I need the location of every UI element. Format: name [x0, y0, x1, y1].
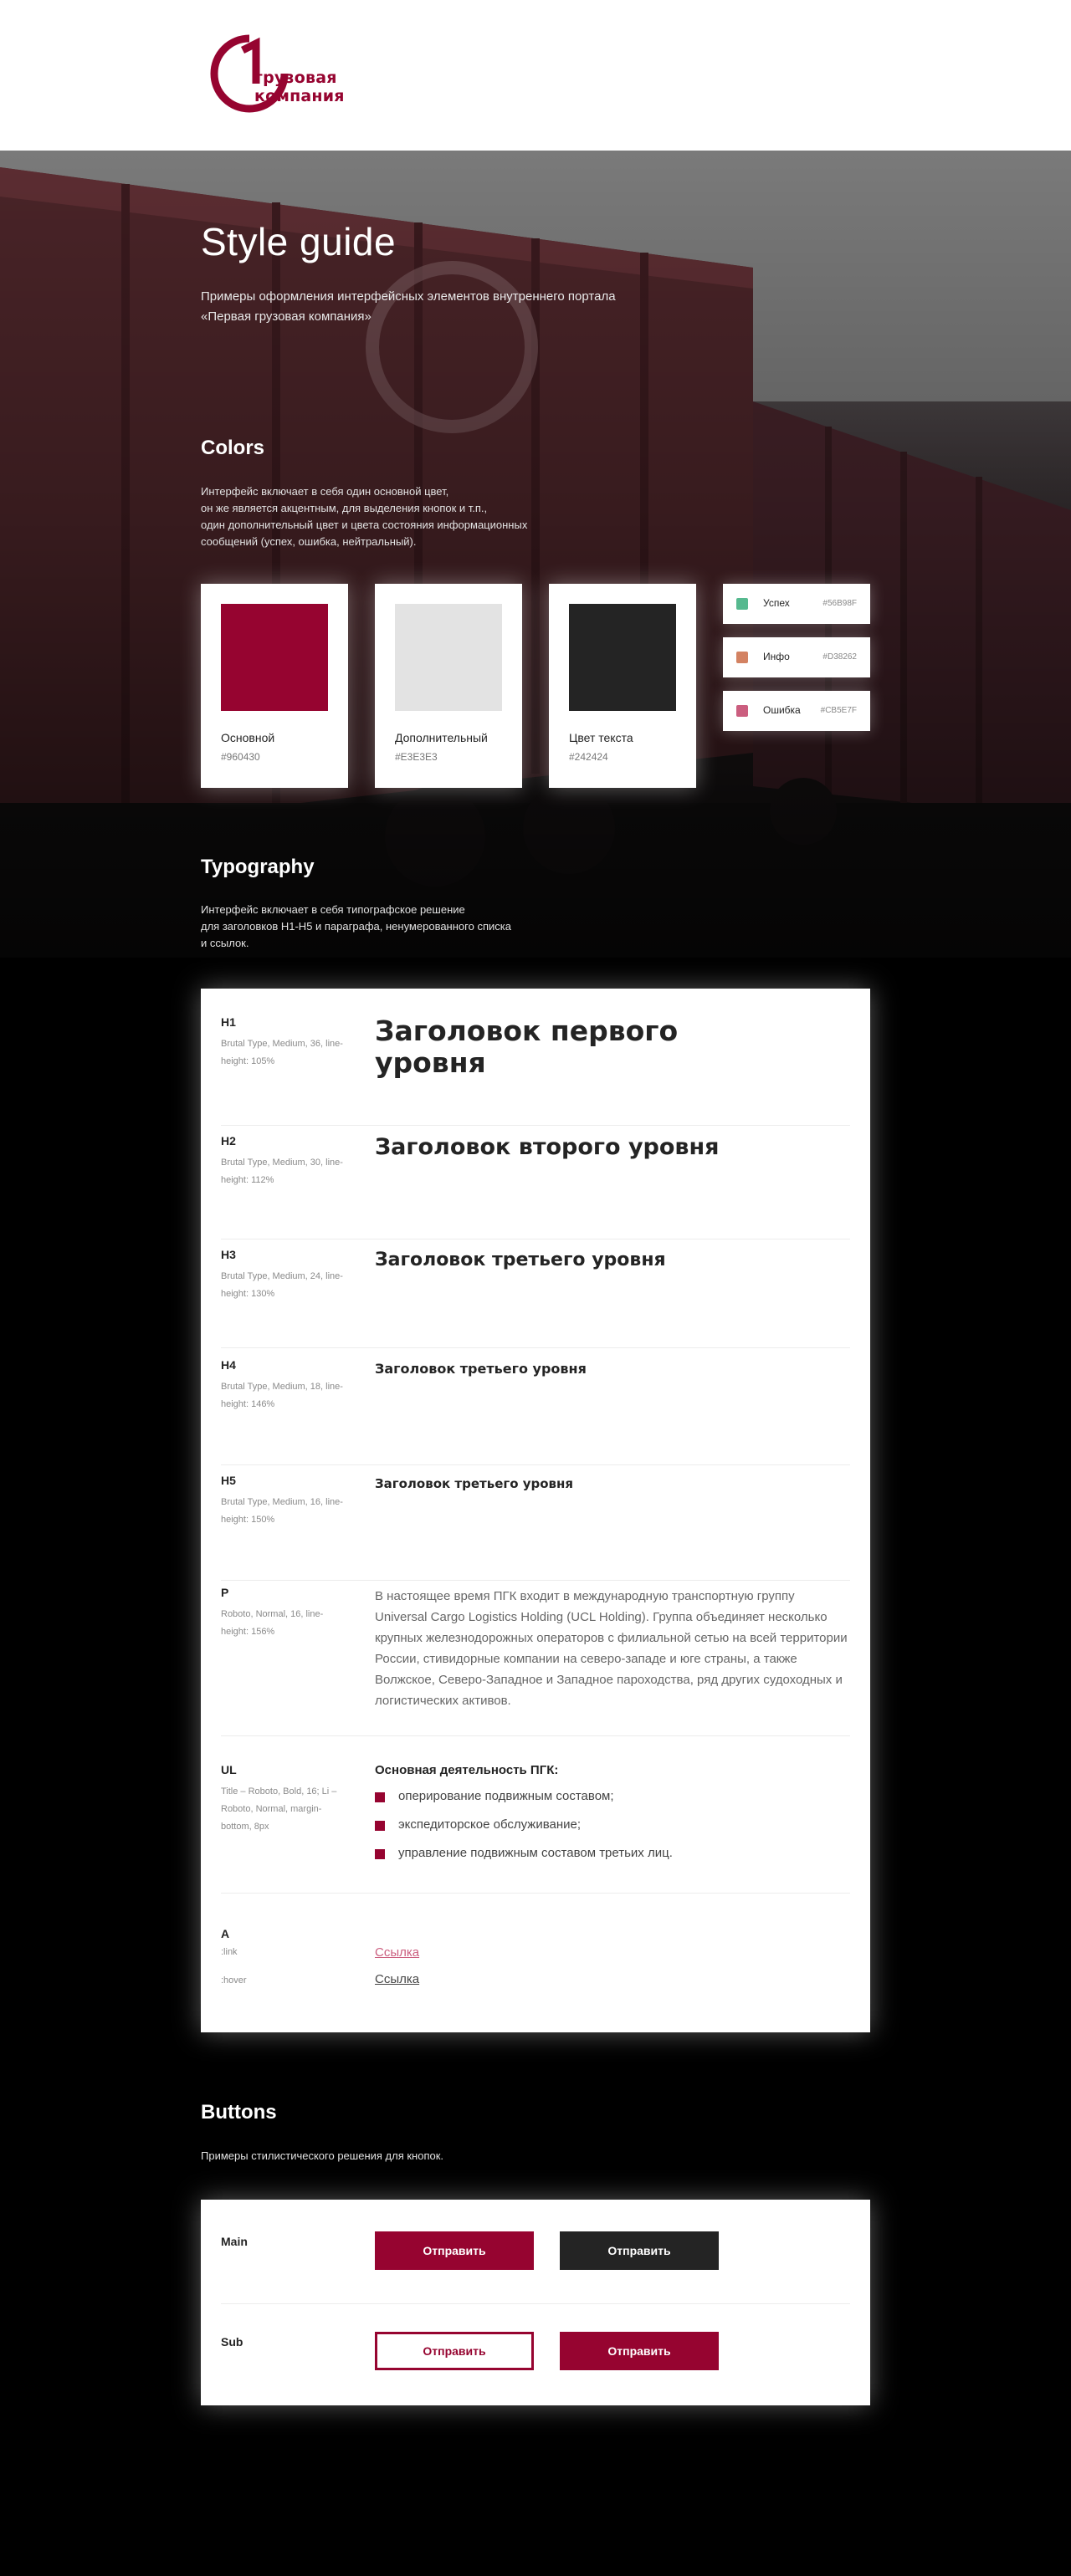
error-color-dot [736, 705, 748, 717]
state-hex: #CB5E7F [820, 706, 857, 715]
h2-sample: Заголовок второго уровня [375, 1134, 720, 1160]
swatch-text-color [569, 604, 676, 711]
hover-state-label: :hover [221, 1975, 247, 1986]
typo-row-list: UL Title – Roboto, Bold, 16; Li – Roboto… [221, 1763, 850, 1894]
colors-heading: Colors [201, 437, 265, 459]
sub-outline-button[interactable]: Отправить [375, 2332, 534, 2370]
swatch-card-primary: Основной #960430 [201, 584, 348, 788]
h3-sample: Заголовок третьего уровня [375, 1250, 666, 1270]
page-title: Style guide [201, 220, 397, 263]
swatch-secondary-color [395, 604, 502, 711]
typo-row-h2: H2 Brutal Type, Medium, 30, line-height:… [221, 1134, 850, 1239]
main-dark-button[interactable]: Отправить [560, 2231, 719, 2270]
square-bullet-icon [375, 1792, 385, 1802]
colors-text-line: он же является акцентным, для выделения … [201, 502, 488, 514]
typo-row-h3: H3 Brutal Type, Medium, 24, line-height:… [221, 1248, 850, 1348]
pgk-logo[interactable]: грузовая компания [209, 33, 351, 114]
sub-buttons-label: Sub [221, 2335, 243, 2349]
sample-link[interactable]: Ссылка [375, 1945, 419, 1960]
typo-row-h1: H1 Brutal Type, Medium, 36, line-height:… [221, 1015, 850, 1126]
bullet-list: оперирование подвижным составом; экспеди… [375, 1788, 673, 1873]
buttons-card: Main Отправить Отправить Sub Отправить О… [201, 2200, 870, 2405]
list-item: оперирование подвижным составом; [375, 1788, 673, 1805]
buttons-description: Примеры стилистического решения для кноп… [201, 2149, 444, 2162]
list-item-text: оперирование подвижным составом; [398, 1789, 614, 1803]
state-name: Инфо [763, 651, 790, 662]
swatch-name: Цвет текста [569, 731, 633, 744]
link-state-label: :link [221, 1947, 238, 1957]
typo-tag: A [221, 1927, 230, 1940]
state-card-success: Успех #56B98F [723, 584, 870, 624]
typo-spec: Roboto, Normal, 16, line-height: 156% [221, 1609, 324, 1637]
square-bullet-icon [375, 1849, 385, 1859]
colors-description: Интерфейс включает в себя один основной … [201, 483, 527, 550]
page-lead: Примеры оформления интерфейсных элементо… [201, 289, 616, 324]
swatch-primary-color [221, 604, 328, 711]
typo-tag: H3 [221, 1248, 236, 1261]
swatch-hex: #E3E3E3 [395, 751, 438, 763]
typography-text-line: и ссылок. [201, 937, 249, 949]
state-hex: #D38262 [822, 652, 857, 662]
list-item: экспедиторское обслуживание; [375, 1817, 673, 1833]
info-color-dot [736, 652, 748, 663]
typography-description: Интерфейс включает в себя типографское р… [201, 902, 511, 952]
buttons-divider [221, 2303, 850, 2304]
h4-sample: Заголовок третьего уровня [375, 1361, 587, 1377]
typo-spec: Title – Roboto, Bold, 16; Li – Roboto, N… [221, 1786, 337, 1832]
list-item-text: управление подвижным составом третьих ли… [398, 1846, 673, 1860]
h5-sample: Заголовок третьего уровня [375, 1476, 574, 1491]
hero-section [0, 151, 1071, 958]
main-primary-button[interactable]: Отправить [375, 2231, 534, 2270]
list-item-text: экспедиторское обслуживание; [398, 1817, 582, 1832]
paragraph-sample: В настоящее время ПГК входит в междунаро… [375, 1589, 848, 1708]
colors-text-line: Интерфейс включает в себя один основной … [201, 485, 449, 498]
typo-row-link: A :link :hover Ссылка Ссылка [221, 1927, 850, 2011]
site-header: грузовая компания [0, 0, 1071, 151]
typography-text-line: для заголовков H1-H5 и параграфа, ненуме… [201, 920, 511, 933]
swatch-hex: #242424 [569, 751, 608, 763]
main-buttons-label: Main [221, 2235, 248, 2248]
buttons-heading: Buttons [201, 2101, 277, 2124]
colors-text-line: сообщений (успех, ошибка, нейтральный). [201, 535, 417, 548]
sub-primary-button[interactable]: Отправить [560, 2332, 719, 2370]
state-hex: #56B98F [822, 599, 857, 608]
swatch-card-text: Цвет текста #242424 [549, 584, 696, 788]
typo-tag: UL [221, 1763, 237, 1776]
typo-tag: H2 [221, 1134, 236, 1147]
square-bullet-icon [375, 1821, 385, 1831]
typography-heading: Typography [201, 856, 315, 878]
h1-sample: Заголовок первого уровня [375, 1015, 679, 1079]
typo-spec: Brutal Type, Medium, 16, line-height: 15… [221, 1497, 343, 1525]
typo-spec: Brutal Type, Medium, 24, line-height: 13… [221, 1271, 343, 1299]
state-name: Успех [763, 597, 790, 609]
success-color-dot [736, 598, 748, 610]
state-card-info: Инфо #D38262 [723, 637, 870, 677]
logo-wordmark: грузовая компания [254, 69, 345, 105]
logo-line-2: компания [254, 87, 345, 105]
swatch-name: Основной [221, 731, 275, 744]
typo-row-paragraph: P Roboto, Normal, 16, line-height: 156% … [221, 1586, 850, 1736]
logo-line-1: грузовая [254, 69, 337, 87]
swatch-card-secondary: Дополнительный #E3E3E3 [375, 584, 522, 788]
swatch-hex: #960430 [221, 751, 260, 763]
swatch-name: Дополнительный [395, 731, 488, 744]
typo-tag: H5 [221, 1474, 236, 1487]
typo-row-h5: H5 Brutal Type, Medium, 16, line-height:… [221, 1474, 850, 1581]
state-name: Ошибка [763, 704, 801, 716]
state-card-error: Ошибка #CB5E7F [723, 691, 870, 731]
typography-text-line: Интерфейс включает в себя типографское р… [201, 903, 465, 916]
typo-tag: P [221, 1586, 229, 1599]
list-item: управление подвижным составом третьих ли… [375, 1845, 673, 1862]
typo-row-h4: H4 Brutal Type, Medium, 18, line-height:… [221, 1358, 850, 1465]
hero-overlay [0, 151, 1071, 958]
typography-card: H1 Brutal Type, Medium, 36, line-height:… [201, 989, 870, 2032]
typo-tag: H1 [221, 1015, 236, 1029]
typo-spec: Brutal Type, Medium, 18, line-height: 14… [221, 1382, 343, 1409]
sample-link-hover[interactable]: Ссылка [375, 1972, 419, 1986]
typo-tag: H4 [221, 1358, 236, 1372]
typo-spec: Brutal Type, Medium, 30, line-height: 11… [221, 1158, 343, 1185]
colors-text-line: один дополнительный цвет и цвета состоян… [201, 519, 528, 531]
typo-spec: Brutal Type, Medium, 36, line-height: 10… [221, 1039, 343, 1066]
list-title: Основная деятельность ПГК: [375, 1763, 559, 1777]
